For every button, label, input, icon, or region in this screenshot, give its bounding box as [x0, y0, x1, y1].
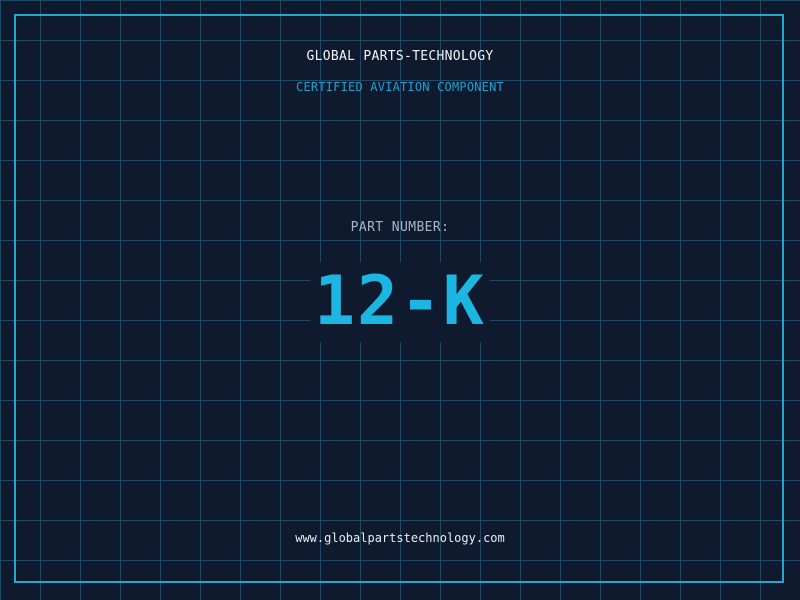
brand-title: GLOBAL PARTS-TECHNOLOGY: [306, 49, 494, 64]
part-number-container: 12-K: [0, 262, 800, 342]
part-label-canvas: GLOBAL PARTS-TECHNOLOGY CERTIFIED AVIATI…: [0, 0, 800, 600]
brand-subtitle: CERTIFIED AVIATION COMPONENT: [296, 80, 504, 94]
website-url: www.globalpartstechnology.com: [295, 531, 505, 545]
part-number-label: PART NUMBER:: [350, 220, 450, 235]
part-number-value: 12-K: [310, 262, 490, 342]
